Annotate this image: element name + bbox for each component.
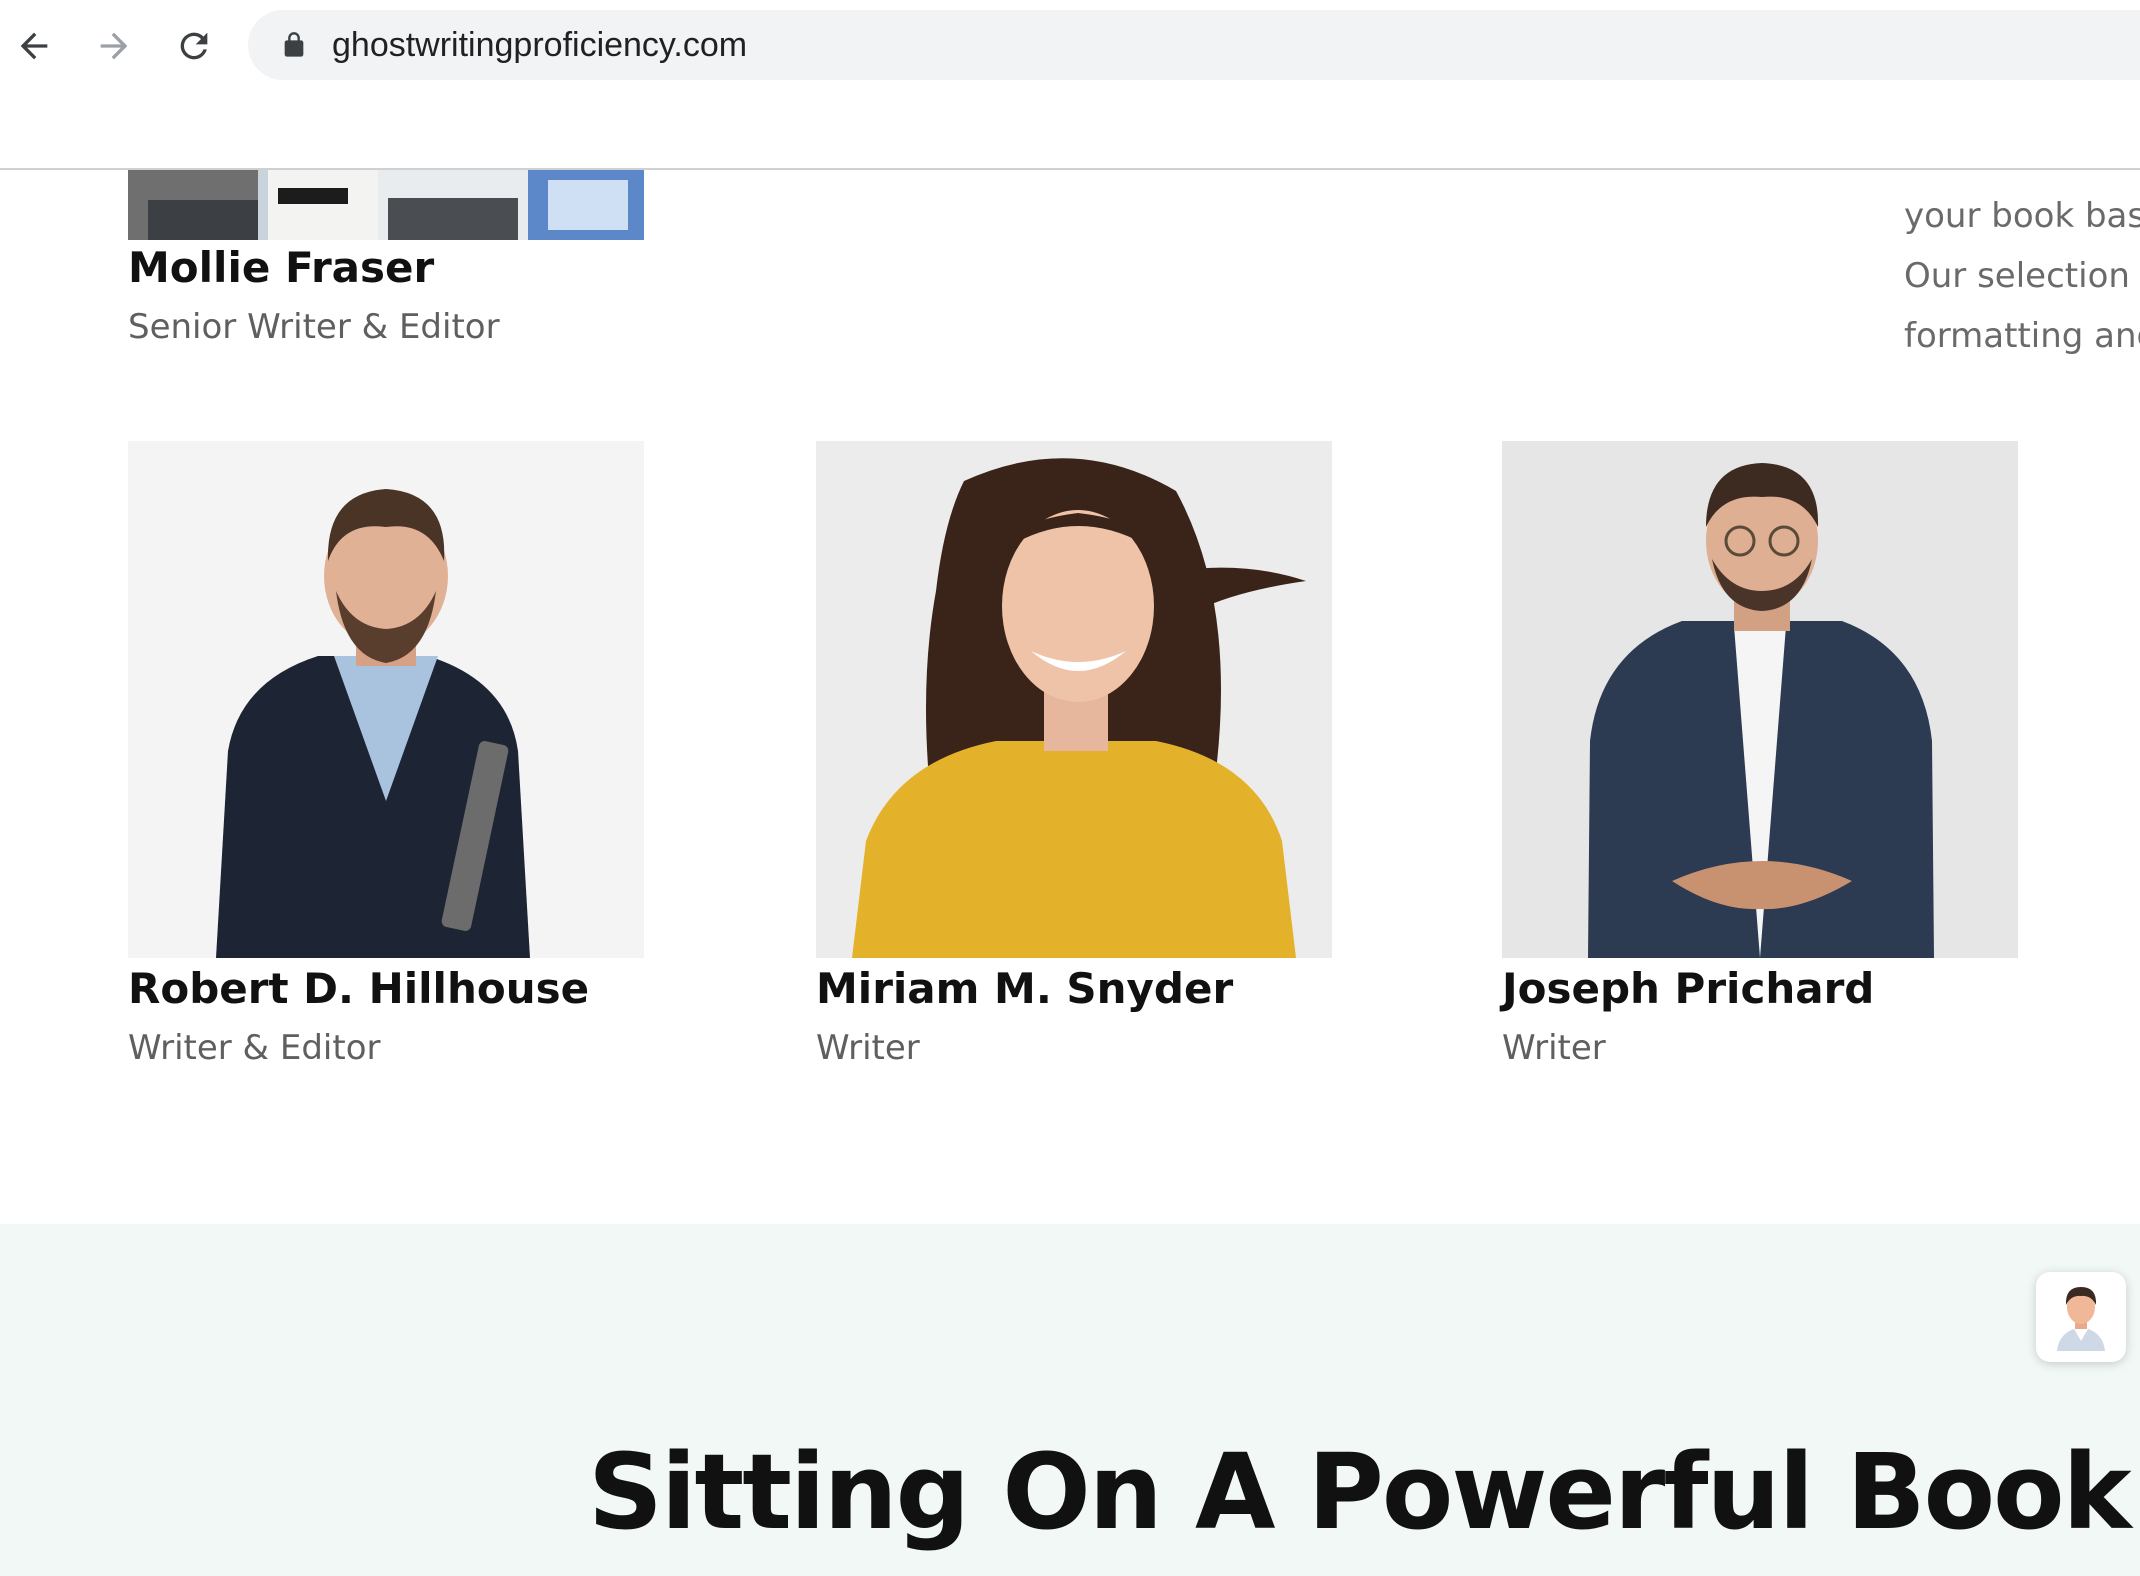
reload-icon — [180, 32, 208, 60]
chat-widget-button[interactable] — [2036, 1272, 2126, 1362]
address-bar[interactable]: ghostwritingproficiency.com — [248, 10, 2140, 80]
paragraph-line: Our selection e — [1904, 256, 2140, 296]
back-button[interactable] — [6, 18, 62, 74]
forward-button[interactable] — [86, 18, 142, 74]
member-photo — [1502, 441, 2018, 958]
member-role: Writer — [816, 1028, 920, 1068]
arrow-right-icon — [100, 32, 128, 60]
reload-button[interactable] — [166, 18, 222, 74]
lock-icon — [284, 32, 304, 57]
paragraph-line: formatting and — [1904, 316, 2140, 356]
member-role: Writer — [1502, 1028, 1606, 1068]
cta-heading: Sitting On A Powerful Book Ide — [588, 1431, 2140, 1553]
paragraph-line: your book base — [1904, 196, 2140, 236]
cta-section: Sitting On A Powerful Book Ide — [0, 1224, 2140, 1576]
browser-toolbar: ghostwritingproficiency.com — [0, 0, 2140, 170]
page-content: Mollie Fraser Senior Writer & Editor you… — [0, 170, 2140, 1576]
url-text: ghostwritingproficiency.com — [332, 26, 748, 64]
member-name: Mollie Fraser — [128, 243, 435, 292]
member-photo — [816, 441, 1332, 958]
arrow-left-icon — [20, 32, 48, 60]
member-photo-top — [128, 170, 644, 240]
support-agent-avatar-icon — [2057, 1287, 2105, 1351]
member-role: Senior Writer & Editor — [128, 307, 500, 347]
member-name: Joseph Prichard — [1502, 964, 1875, 1013]
member-role: Writer & Editor — [128, 1028, 381, 1068]
member-name: Robert D. Hillhouse — [128, 964, 590, 1013]
member-photo — [128, 441, 644, 958]
member-name: Miriam M. Snyder — [816, 964, 1234, 1013]
